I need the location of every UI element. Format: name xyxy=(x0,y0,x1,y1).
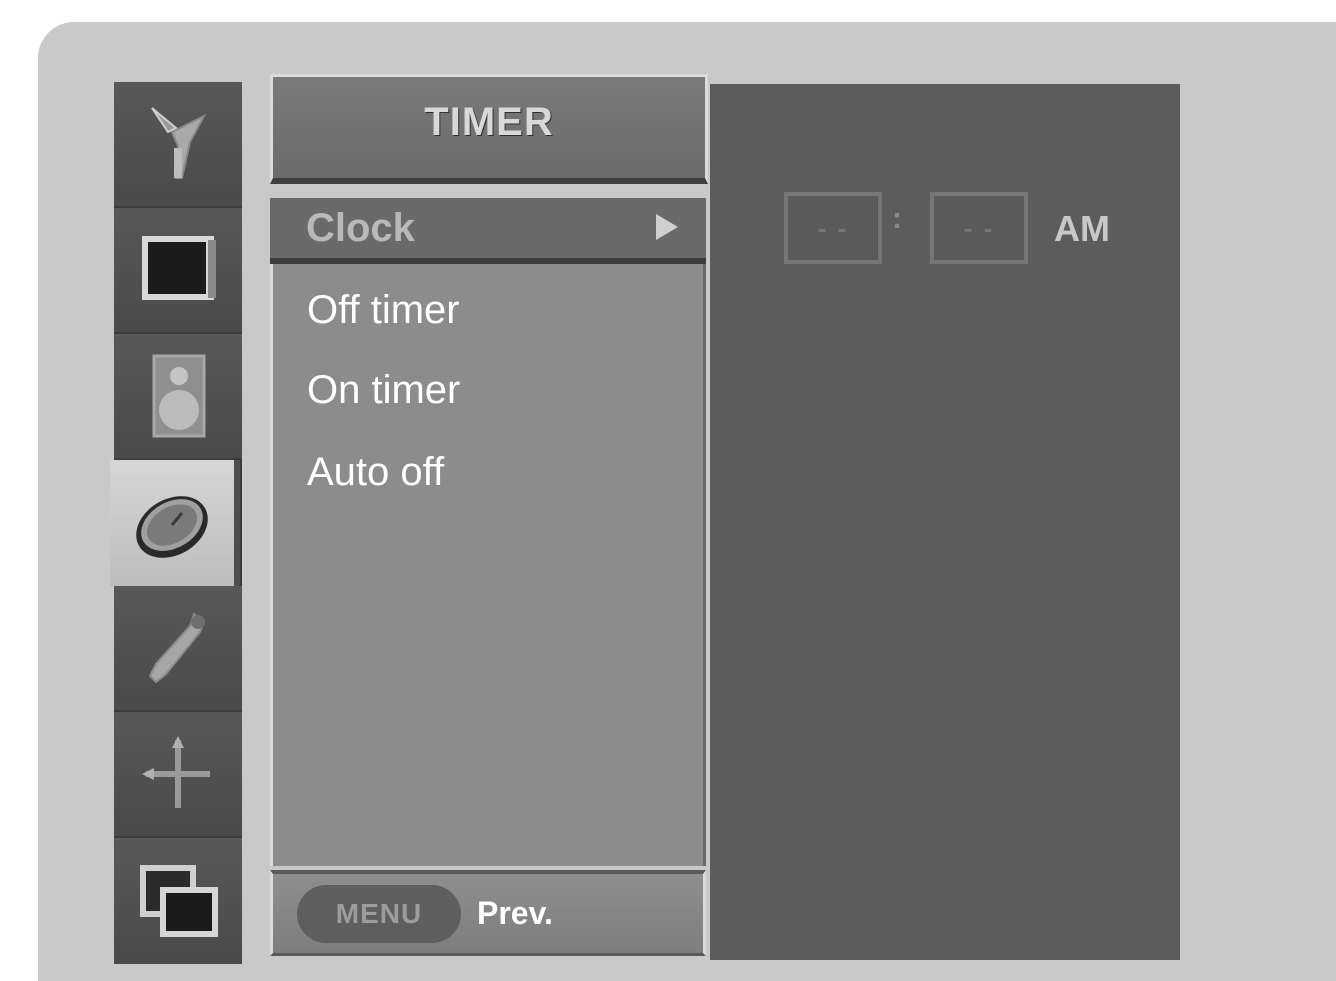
menu-title: TIMER xyxy=(424,100,554,144)
menu-title-bar: TIMER xyxy=(270,74,708,184)
menu-category-sidebar xyxy=(110,82,242,964)
sidebar-item-timer[interactable] xyxy=(110,460,234,586)
sidebar-item-station[interactable] xyxy=(114,82,242,208)
menu-item-label: On timer xyxy=(307,367,461,412)
prev-label: Prev. xyxy=(477,895,553,931)
sidebar-item-screen[interactable] xyxy=(114,712,242,838)
timer-menu-panel: TIMER Clock Off timer On timer Auto off … xyxy=(270,74,710,974)
menu-item-label: Auto off xyxy=(307,449,445,494)
clock-icon xyxy=(136,496,208,558)
speaker-icon xyxy=(152,354,206,438)
menu-item-label: Off timer xyxy=(307,287,460,332)
clock-setting-panel: - - : - - AM xyxy=(710,84,1180,960)
minute-field[interactable]: - - xyxy=(930,192,1028,264)
sidebar-item-sound[interactable] xyxy=(114,334,242,460)
menu-item-on-timer[interactable]: On timer xyxy=(273,352,703,428)
sidebar-item-pip[interactable] xyxy=(114,838,242,964)
menu-item-clock[interactable]: Clock xyxy=(270,198,706,264)
menu-item-off-timer[interactable]: Off timer xyxy=(273,272,703,348)
tv-osd-screen: TIMER Clock Off timer On timer Auto off … xyxy=(38,22,1336,981)
sidebar-item-special[interactable] xyxy=(114,586,242,712)
menu-item-label: Clock xyxy=(306,205,415,250)
screen-adjust-icon xyxy=(142,736,210,808)
menu-button[interactable]: MENU xyxy=(297,884,461,943)
wrench-icon xyxy=(148,612,206,684)
pip-icon xyxy=(140,865,218,937)
arrow-right-icon xyxy=(656,214,678,240)
hour-field[interactable]: - - xyxy=(784,192,882,264)
ampm-field[interactable]: AM xyxy=(1054,208,1110,250)
time-separator: : xyxy=(892,202,902,235)
sidebar-item-picture[interactable] xyxy=(114,208,242,334)
menu-footer: MENU Prev. xyxy=(270,870,706,956)
antenna-icon xyxy=(151,107,207,179)
picture-icon xyxy=(142,236,216,300)
menu-item-auto-off[interactable]: Auto off xyxy=(273,434,703,510)
menu-list: Clock Off timer On timer Auto off xyxy=(270,198,706,866)
